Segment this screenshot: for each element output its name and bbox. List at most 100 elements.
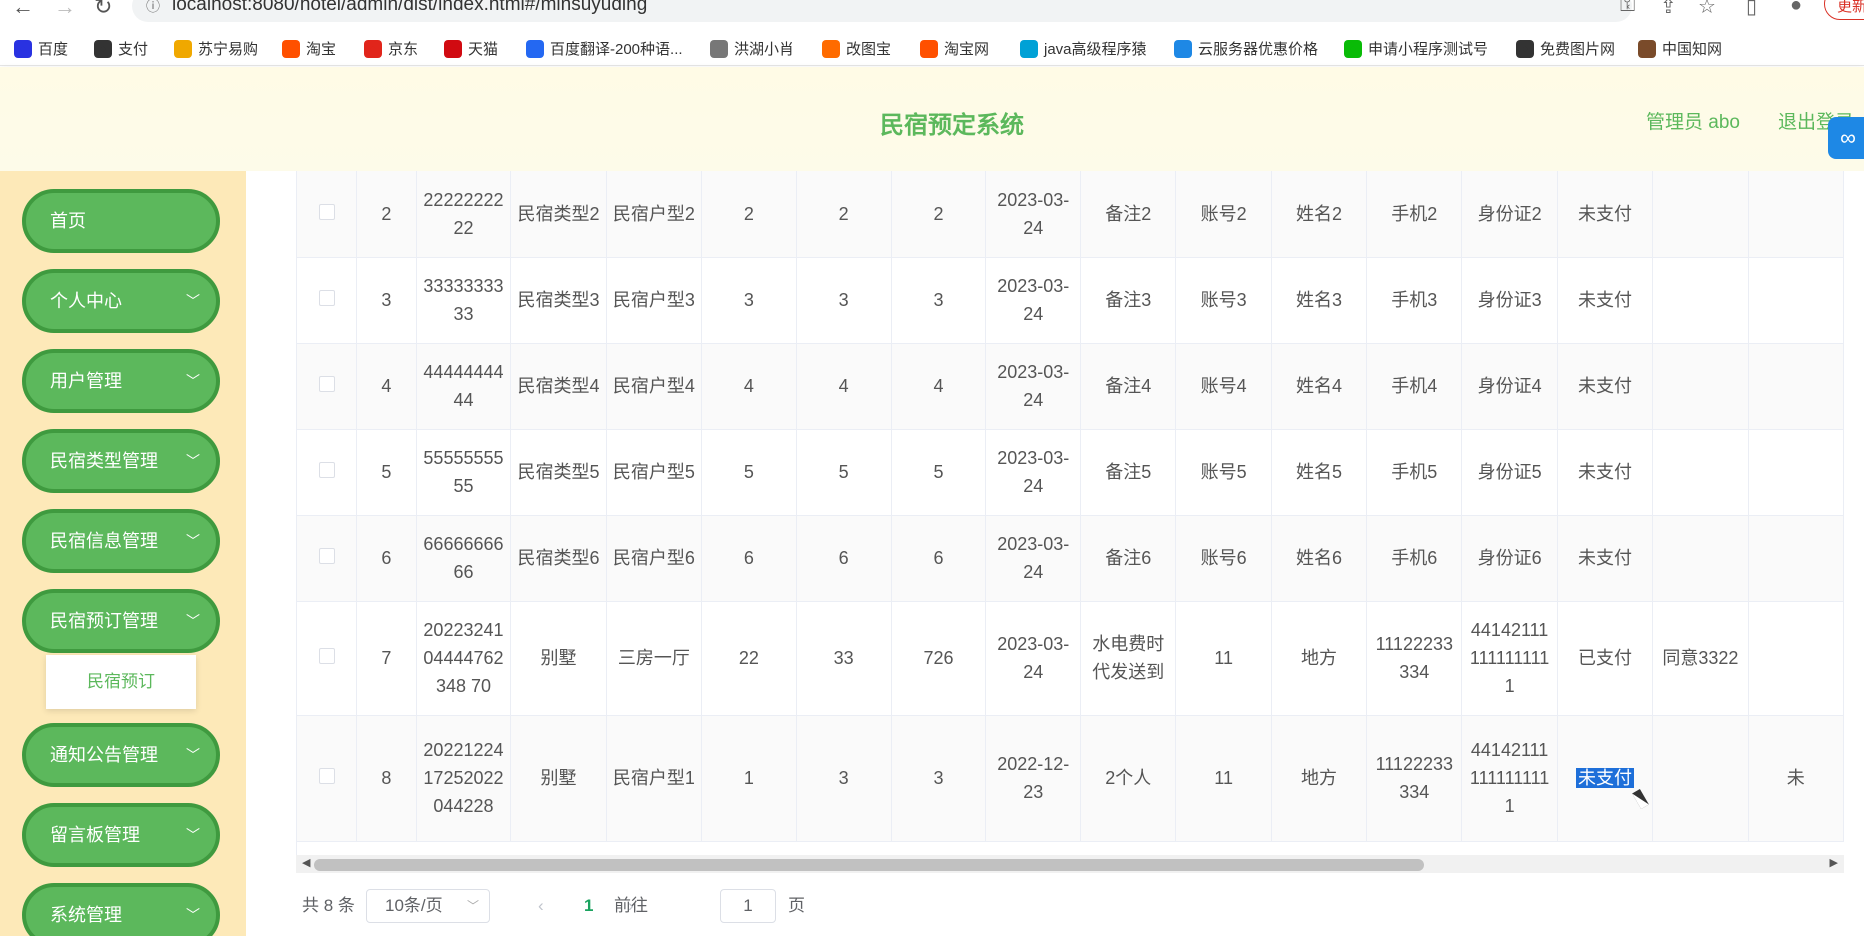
table-cell: 2023-03-24: [985, 171, 1082, 258]
star-icon[interactable]: ☆: [1698, 0, 1716, 19]
table-cell: 441421111111111111: [1461, 601, 1558, 716]
cell-text: 2023-03-24: [997, 634, 1070, 682]
row-checkbox-cell: [297, 515, 358, 602]
share-icon[interactable]: ⇪: [1660, 0, 1677, 19]
bookmarks-bar: ● 百度 ● 支付 ● 苏宁易购 ● 淘宝 ● 京东 ● 天猫 ● 百度翻译-200种语...…: [0, 30, 1864, 66]
cell-text: 身份证6: [1477, 548, 1542, 568]
table-cell: 3: [796, 257, 892, 344]
bookmark-3[interactable]: ● 淘宝: [282, 38, 336, 59]
menu-personal-center[interactable]: 个人中心 ﹀: [22, 269, 220, 333]
menu-info-management[interactable]: 民宿信息管理 ﹀: [22, 509, 220, 573]
cell-text: 民宿类型4: [517, 376, 600, 396]
page-1-button[interactable]: 1: [584, 889, 593, 923]
row-checkbox[interactable]: [318, 648, 335, 664]
menu-user-management[interactable]: 用户管理 ﹀: [22, 349, 220, 413]
menu-type-management[interactable]: 民宿类型管理 ﹀: [22, 429, 220, 493]
scroll-left-icon[interactable]: ◀: [302, 856, 310, 869]
cell-text: 3: [838, 768, 849, 788]
cell-text: 备注4: [1105, 376, 1152, 396]
menu-system-management[interactable]: 系统管理 ﹀: [22, 883, 220, 936]
cell-text: 3: [933, 768, 944, 788]
row-checkbox[interactable]: [318, 203, 335, 220]
cell-text: 民宿类型3: [517, 290, 600, 310]
bookmark-4[interactable]: ● 京东: [364, 38, 418, 59]
bookmark-6[interactable]: ● 百度翻译-200种语...: [526, 38, 683, 59]
horizontal-scrollbar[interactable]: ◀ ▶: [296, 855, 1844, 873]
table-row[interactable]: 4 4444444444 民宿类型4 民宿户型4 4 4 4 2023-03-24 备注4 账号4…: [297, 343, 1844, 430]
site-info-icon[interactable]: ⓘ: [146, 0, 160, 16]
url-text[interactable]: localhost:8080/hotel/admin/dist/index.ht…: [172, 0, 647, 16]
reload-icon[interactable]: ↻: [94, 0, 112, 20]
table-row[interactable]: 6 6666666666 民宿类型6 民宿户型6 6 6 6 2023-03-24 备注6 账号6…: [297, 515, 1844, 602]
bookmark-9[interactable]: ● 淘宝网: [920, 38, 989, 59]
key-icon[interactable]: ⚿: [1620, 0, 1635, 17]
bookmark-7[interactable]: ● 洪湖小肖: [710, 38, 794, 59]
bookmark-10[interactable]: ● java高级程序猿: [1020, 38, 1147, 59]
menu-notice-management[interactable]: 通知公告管理 ﹀: [22, 723, 220, 787]
back-icon[interactable]: ←: [12, 0, 34, 20]
menu-booking-management[interactable]: 民宿预订管理 ﹀: [22, 589, 220, 653]
table-cell: 3: [891, 715, 987, 842]
row-checkbox[interactable]: [318, 548, 335, 564]
cell-text: 姓名6: [1295, 548, 1342, 568]
menu-label: 民宿预订管理: [50, 611, 158, 631]
goto-page-input[interactable]: 1: [720, 889, 776, 923]
table-row[interactable]: 7 2022324104444762348 70 别墅 三房一厅 22 33 726 2023…: [297, 601, 1844, 716]
row-checkbox-cell: [297, 171, 358, 258]
bookmark-8[interactable]: ● 改图宝: [822, 38, 891, 59]
row-checkbox[interactable]: [318, 376, 335, 392]
table-cell: 2023-03-24: [985, 257, 1082, 344]
menu-home[interactable]: 首页: [22, 189, 220, 253]
bookmark-2[interactable]: ● 苏宁易购: [174, 38, 258, 59]
bookmark-11[interactable]: ● 云服务器优惠价格: [1174, 38, 1318, 59]
prev-page-button[interactable]: ‹: [538, 889, 544, 923]
chevron-down-icon: ﹀: [186, 373, 200, 389]
table-row[interactable]: 3 3333333333 民宿类型3 民宿户型3 3 3 3 2023-03-24 备注3 账号3…: [297, 257, 1844, 344]
submenu-booking[interactable]: 民宿预订: [46, 655, 196, 709]
cell-text: 2023-03-24: [997, 448, 1070, 496]
bookmark-13[interactable]: ● 免费图片网: [1516, 38, 1615, 59]
row-checkbox[interactable]: [318, 290, 335, 306]
scrollbar-thumb[interactable]: [314, 859, 1424, 871]
table-cell: 民宿户型1: [606, 715, 703, 842]
table-cell: 2023-03-24: [985, 429, 1082, 516]
update-button[interactable]: 更新: [1824, 0, 1864, 20]
table-cell: 3333333333: [416, 257, 512, 344]
cell-text: 未支付: [1578, 462, 1632, 482]
cell-text: 2022324104444762348 70: [423, 620, 504, 696]
row-checkbox[interactable]: [318, 462, 335, 478]
bookmark-5[interactable]: ● 天猫: [444, 38, 498, 59]
forward-icon[interactable]: →: [54, 0, 76, 20]
page-suffix: 页: [788, 896, 805, 915]
bookmark-14[interactable]: ● 中国知网: [1638, 38, 1722, 59]
table-cell: 2022324104444762348 70: [416, 601, 512, 716]
cell-text: 身份证5: [1477, 462, 1542, 482]
table-row[interactable]: 2 2222222222 民宿类型2 民宿户型2 2 2 2 2023-03-24 备注2 账号2…: [297, 171, 1844, 258]
page-size-select[interactable]: 10条/页 ﹀: [366, 889, 490, 923]
table-cell: 未支付: [1557, 171, 1654, 258]
bookmark-1[interactable]: ● 支付: [94, 38, 148, 59]
row-checkbox[interactable]: [318, 768, 335, 784]
table-cell: 2023-03-24: [985, 515, 1082, 602]
bookmark-0[interactable]: ● 百度: [14, 38, 68, 59]
total-count: 共 8 条: [302, 896, 355, 915]
bookmark-label: 淘宝: [306, 41, 337, 58]
scroll-right-icon[interactable]: ▶: [1830, 856, 1838, 869]
sidepanel-icon[interactable]: ▯: [1746, 0, 1757, 19]
bookmark-label: 中国知网: [1662, 41, 1723, 58]
cell-text: 民宿户型3: [612, 290, 695, 310]
cell-text: 民宿户型6: [612, 548, 695, 568]
table-cell: 2: [701, 171, 797, 258]
menu-message-management[interactable]: 留言板管理 ﹀: [22, 803, 220, 867]
cloud-float-icon[interactable]: ∞: [1828, 117, 1864, 159]
menu-label: 民宿信息管理: [50, 531, 158, 551]
profile-icon[interactable]: ●: [1790, 0, 1802, 17]
cell-text: 441421111111111111: [1469, 620, 1550, 696]
bookmark-12[interactable]: ● 申请小程序测试号: [1344, 38, 1488, 59]
table-row[interactable]: 8 2022122417252022044228 别墅 民宿户型1 1 3 3 2022-12…: [297, 715, 1844, 842]
cell-text: 2023-03-24: [997, 362, 1070, 410]
table-row[interactable]: 5 5555555555 民宿类型5 民宿户型5 5 5 5 2023-03-24 备注5 账号5…: [297, 429, 1844, 516]
table-cell: 2022122417252022044228: [416, 715, 512, 842]
cell-text: 手机6: [1391, 548, 1438, 568]
row-checkbox-cell: [297, 601, 358, 716]
